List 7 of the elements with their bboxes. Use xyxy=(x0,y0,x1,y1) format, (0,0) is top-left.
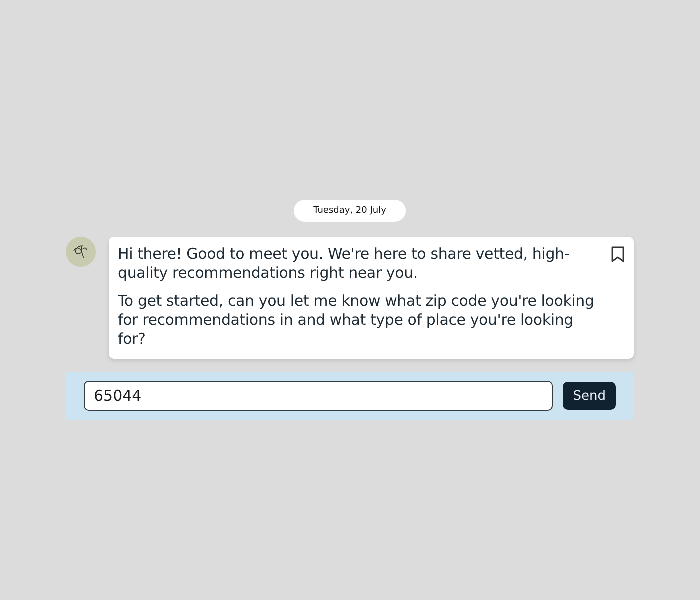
message-text: To get started, can you let me know what zip code you're looking for recommendations in and what type of place you're looking for? xyxy=(118,292,596,349)
bookmark-icon[interactable] xyxy=(611,246,625,263)
date-label: Tuesday, 20 July xyxy=(294,200,406,222)
send-button[interactable]: Send xyxy=(563,382,616,410)
message-text: Hi there! Good to meet you. We're here to share vetted, high-quality recommendations right near you. xyxy=(118,245,571,283)
message-input[interactable]: 65044 xyxy=(84,381,554,411)
avatar-icon xyxy=(66,237,96,267)
